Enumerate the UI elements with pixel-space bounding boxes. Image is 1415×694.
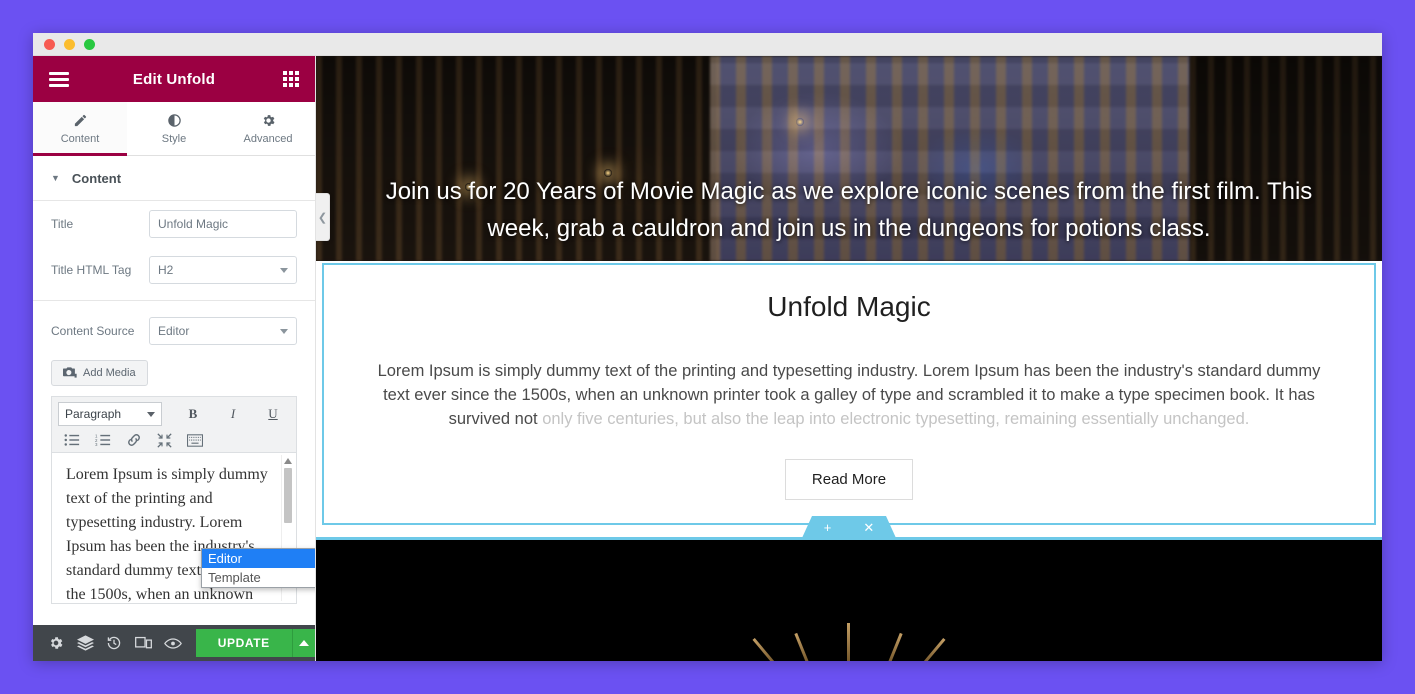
field-content-source-label: Content Source [51, 324, 135, 338]
selected-widget-block[interactable]: Unfold Magic Lorem Ipsum is simply dummy… [322, 263, 1376, 525]
tab-content-label: Content [60, 132, 100, 145]
link-icon[interactable] [126, 432, 142, 448]
panel-header: Edit Unfold [33, 56, 315, 102]
panel-divider [33, 300, 315, 301]
hero-headline-text: Join us for 20 Years of Movie Magic as w… [385, 178, 1313, 242]
pencil-icon [73, 113, 88, 128]
update-button[interactable]: UPDATE [195, 629, 292, 657]
widget-action-toolbar[interactable]: + ✕ [802, 516, 896, 538]
gear-icon [261, 113, 276, 128]
add-media-row: Add Media [33, 354, 315, 386]
preview-eye-icon[interactable] [158, 625, 187, 661]
read-more-row: Read More [324, 459, 1374, 500]
add-media-button[interactable]: Add Media [51, 360, 148, 386]
hamburger-menu-icon[interactable] [49, 71, 69, 87]
read-more-button[interactable]: Read More [784, 459, 914, 500]
panel-title: Edit Unfold [132, 70, 216, 88]
field-title: Title [33, 201, 315, 247]
dropdown-option-editor[interactable]: Editor [202, 549, 315, 568]
window-close-button[interactable] [44, 38, 55, 50]
lower-black-section[interactable] [316, 537, 1382, 661]
paragraph-format-value: Paragraph [65, 407, 122, 421]
remove-icon[interactable]: ✕ [863, 521, 874, 534]
app-body: Edit Unfold Content Style Advanced ▼ Con… [33, 56, 1382, 661]
field-title-html-tag-label: Title HTML Tag [51, 263, 132, 277]
underline-button[interactable]: U [260, 402, 286, 426]
chevron-left-icon: ❮ [317, 211, 328, 224]
caret-down-icon: ▼ [51, 173, 60, 183]
widget-paragraph: Lorem Ipsum is simply dummy text of the … [364, 359, 1334, 431]
settings-gear-icon[interactable] [41, 625, 70, 661]
add-section-icon[interactable]: + [824, 521, 832, 534]
content-section-label: Content [71, 170, 122, 186]
page-preview-canvas: Join us for 20 Years of Movie Magic as w… [316, 56, 1382, 661]
field-title-html-tag: Title HTML Tag H2 [33, 247, 315, 293]
tab-advanced[interactable]: Advanced [221, 102, 315, 155]
media-camera-icon [63, 366, 77, 381]
widgets-grid-icon[interactable] [283, 71, 299, 87]
browser-window: Edit Unfold Content Style Advanced ▼ Con… [33, 33, 1382, 661]
svg-text:3: 3 [95, 442, 98, 447]
responsive-mode-icon[interactable] [129, 625, 158, 661]
paragraph-format-select[interactable]: Paragraph [58, 402, 162, 426]
caret-up-icon [298, 640, 309, 646]
hero-street-lamp-icon [795, 117, 804, 126]
title-html-tag-select[interactable]: H2 [149, 256, 297, 284]
bold-button[interactable]: B [180, 402, 206, 426]
fullscreen-icon[interactable] [157, 432, 172, 448]
wand-icon [752, 637, 777, 661]
panel-scroll-area: Title Title HTML Tag H2 [33, 201, 315, 625]
tab-style-label: Style [161, 132, 187, 145]
toolbar-toggle-icon[interactable] [187, 433, 203, 447]
history-revisions-icon[interactable] [100, 625, 129, 661]
content-source-dropdown-list[interactable]: Editor Template [201, 548, 315, 588]
update-options-caret-button[interactable] [291, 629, 315, 657]
field-content-source: Content Source Editor [33, 308, 315, 354]
title-html-tag-value: H2 [158, 263, 174, 277]
window-minimize-button[interactable] [64, 38, 75, 50]
title-input[interactable] [149, 210, 297, 238]
editor-sidebar-panel: Edit Unfold Content Style Advanced ▼ Con… [33, 56, 316, 661]
dropdown-option-template[interactable]: Template [202, 568, 315, 587]
content-source-select[interactable]: Editor [149, 317, 297, 345]
scroll-up-arrow-icon[interactable] [284, 458, 292, 464]
chevron-down-icon [147, 411, 155, 417]
tab-advanced-label: Advanced [243, 132, 293, 145]
italic-button[interactable]: I [220, 402, 246, 426]
navigator-layers-icon[interactable] [70, 625, 99, 661]
panel-tabs: Content Style Advanced [33, 102, 315, 156]
widget-heading: Unfold Magic [767, 291, 931, 322]
content-source-value: Editor [158, 324, 190, 338]
wand-icon [847, 623, 850, 661]
tab-style[interactable]: Style [127, 102, 221, 155]
window-maximize-button[interactable] [84, 38, 95, 50]
wand-icon [921, 637, 946, 661]
panel-footer-bar: UPDATE [33, 625, 315, 661]
contrast-icon [167, 113, 182, 128]
tab-content[interactable]: Content [33, 102, 127, 156]
editor-toolbar: Paragraph B I U 1 2 3 [52, 397, 296, 453]
numbered-list-icon[interactable]: 1 2 3 [95, 433, 111, 447]
chevron-down-icon [280, 267, 288, 273]
window-titlebar [33, 33, 1382, 56]
wand-icon [887, 632, 903, 661]
add-media-label: Add Media [83, 367, 136, 379]
scrollbar-thumb[interactable] [284, 468, 292, 523]
widget-paragraph-faded: only five centuries, but also the leap i… [542, 410, 1250, 428]
bullet-list-icon[interactable] [64, 433, 80, 447]
hero-banner-section[interactable]: Join us for 20 Years of Movie Magic as w… [316, 56, 1382, 261]
content-section-header[interactable]: ▼ Content [33, 156, 315, 201]
field-title-label: Title [51, 217, 74, 231]
panel-collapse-handle[interactable]: ❮ [316, 193, 330, 241]
wand-icon [794, 632, 810, 661]
chevron-down-icon [280, 328, 288, 334]
